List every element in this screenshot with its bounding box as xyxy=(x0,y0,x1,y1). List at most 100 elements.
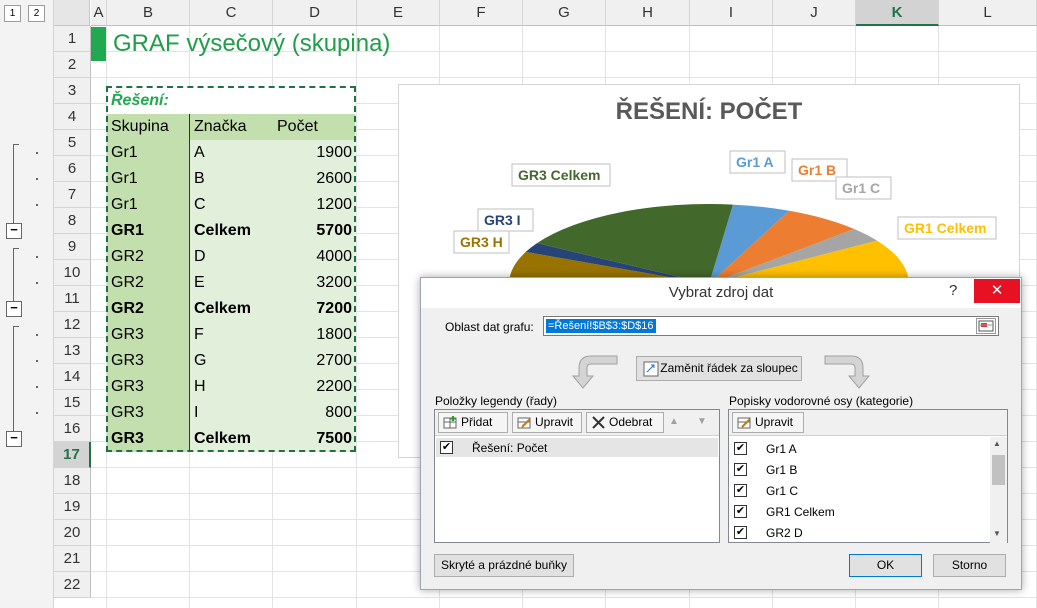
scroll-up-arrow-icon[interactable]: ▲ xyxy=(993,439,1001,448)
legend-item-checkbox[interactable]: ✔ xyxy=(440,441,453,454)
data-label[interactable]: Gr1 B xyxy=(798,162,836,178)
axis-item-checkbox[interactable]: ✔ xyxy=(734,505,747,518)
cancel-button[interactable]: Storno xyxy=(933,554,1006,577)
axis-item-checkbox[interactable]: ✔ xyxy=(734,463,747,476)
row-header-2[interactable]: 2 xyxy=(54,52,91,78)
add-series-button[interactable]: Přidat xyxy=(438,412,508,433)
row-header-15[interactable]: 15 xyxy=(54,390,91,416)
chart-range-input[interactable]: =Řešení!$B$3:$D$16 xyxy=(543,316,999,336)
row-brand-cell[interactable]: F xyxy=(190,322,273,348)
row-group-cell[interactable]: GR3 xyxy=(107,322,190,348)
row-header-9[interactable]: 9 xyxy=(54,234,91,260)
data-label[interactable]: Gr1 C xyxy=(842,180,880,196)
column-header-c[interactable]: C xyxy=(190,0,273,26)
row-count-cell[interactable]: 2700 xyxy=(273,348,355,374)
column-header-brand[interactable]: Značka xyxy=(190,114,273,140)
column-header-group[interactable]: Skupina xyxy=(107,114,190,140)
row-header-17[interactable]: 17 xyxy=(54,442,91,468)
row-brand-cell[interactable]: G xyxy=(190,348,273,374)
row-count-cell[interactable]: 2200 xyxy=(273,374,355,400)
select-all-corner[interactable] xyxy=(54,0,90,26)
column-header-b[interactable]: B xyxy=(107,0,190,26)
help-button[interactable]: ? xyxy=(949,282,969,299)
row-group-cell[interactable]: GR3 xyxy=(107,400,190,426)
row-header-20[interactable]: 20 xyxy=(54,520,91,546)
row-group-cell[interactable]: GR2 xyxy=(107,296,190,322)
column-header-l[interactable]: L xyxy=(939,0,1037,26)
row-count-cell[interactable]: 800 xyxy=(273,400,355,426)
column-header-j[interactable]: J xyxy=(773,0,856,26)
row-group-cell[interactable]: Gr1 xyxy=(107,166,190,192)
collapse-group-button[interactable]: − xyxy=(6,223,22,239)
data-label[interactable]: GR3 Celkem xyxy=(518,167,600,183)
column-header-a[interactable]: A xyxy=(91,0,107,26)
row-brand-cell[interactable]: E xyxy=(190,270,273,296)
row-header-1[interactable]: 1 xyxy=(54,26,91,52)
edit-series-button[interactable]: Upravit xyxy=(512,412,582,433)
data-label[interactable]: GR1 Celkem xyxy=(904,220,986,236)
axis-list-item[interactable]: ✔ Gr1 B xyxy=(730,460,988,479)
column-header-f[interactable]: F xyxy=(440,0,523,26)
column-header-d[interactable]: D xyxy=(273,0,357,26)
row-brand-cell[interactable]: Celkem xyxy=(190,296,273,322)
axis-list-scrollbar[interactable]: ▲ ▼ xyxy=(990,437,1007,543)
legend-item[interactable]: ✔ Řešení: Počet xyxy=(436,438,718,457)
row-group-cell[interactable]: GR3 xyxy=(107,348,190,374)
row-group-cell[interactable]: Gr1 xyxy=(107,192,190,218)
row-count-cell[interactable]: 1900 xyxy=(273,140,355,166)
data-label[interactable]: Gr1 A xyxy=(736,154,774,170)
axis-list-item[interactable]: ✔ GR1 Celkem xyxy=(730,502,988,521)
move-up-arrow-icon[interactable]: ▲ xyxy=(669,416,679,427)
axis-list-item[interactable]: ✔ Gr1 A xyxy=(730,439,988,458)
row-brand-cell[interactable]: A xyxy=(190,140,273,166)
data-label[interactable]: GR3 H xyxy=(460,234,503,250)
row-group-cell[interactable]: GR2 xyxy=(107,244,190,270)
row-group-cell[interactable]: GR2 xyxy=(107,270,190,296)
axis-list-item[interactable]: ✔ GR2 D xyxy=(730,523,988,542)
row-header-12[interactable]: 12 xyxy=(54,312,91,338)
row-count-cell[interactable]: 3200 xyxy=(273,270,355,296)
row-header-13[interactable]: 13 xyxy=(54,338,91,364)
row-header-22[interactable]: 22 xyxy=(54,572,91,598)
scroll-down-arrow-icon[interactable]: ▼ xyxy=(993,529,1001,538)
column-header-h[interactable]: H xyxy=(606,0,690,26)
move-down-arrow-icon[interactable]: ▼ xyxy=(697,416,707,427)
edit-axis-labels-button[interactable]: Upravit xyxy=(732,412,804,433)
axis-item-checkbox[interactable]: ✔ xyxy=(734,484,747,497)
row-header-8[interactable]: 8 xyxy=(54,208,91,234)
axis-list-item[interactable]: ✔ Gr1 C xyxy=(730,481,988,500)
outline-level-2-button[interactable]: 2 xyxy=(28,5,45,22)
row-brand-cell[interactable]: D xyxy=(190,244,273,270)
ok-button[interactable]: OK xyxy=(849,554,922,577)
row-header-5[interactable]: 5 xyxy=(54,130,91,156)
axis-item-checkbox[interactable]: ✔ xyxy=(734,526,747,539)
column-header-e[interactable]: E xyxy=(357,0,440,26)
row-count-cell[interactable]: 4000 xyxy=(273,244,355,270)
close-button[interactable]: ✕ xyxy=(974,279,1020,303)
remove-series-button[interactable]: Odebrat xyxy=(586,412,664,433)
row-count-cell[interactable]: 1200 xyxy=(273,192,355,218)
row-group-cell[interactable]: GR3 xyxy=(107,374,190,400)
column-header-g[interactable]: G xyxy=(523,0,606,26)
row-brand-cell[interactable]: H xyxy=(190,374,273,400)
row-header-21[interactable]: 21 xyxy=(54,546,91,572)
row-count-cell[interactable]: 7200 xyxy=(273,296,355,322)
column-header-i[interactable]: I xyxy=(690,0,773,26)
row-brand-cell[interactable]: Celkem xyxy=(190,426,273,452)
row-group-cell[interactable]: Gr1 xyxy=(107,140,190,166)
row-header-7[interactable]: 7 xyxy=(54,182,91,208)
row-header-10[interactable]: 10 xyxy=(54,260,91,286)
hidden-empty-cells-button[interactable]: Skryté a prázdné buňky xyxy=(434,554,574,577)
row-count-cell[interactable]: 7500 xyxy=(273,426,355,452)
scrollbar-thumb[interactable] xyxy=(992,455,1005,485)
collapse-dialog-icon[interactable] xyxy=(976,318,996,334)
row-group-cell[interactable]: GR3 xyxy=(107,426,190,452)
row-header-4[interactable]: 4 xyxy=(54,104,91,130)
collapse-group-button[interactable]: − xyxy=(6,301,22,317)
column-header-count[interactable]: Počet xyxy=(273,114,355,140)
row-count-cell[interactable]: 2600 xyxy=(273,166,355,192)
row-header-14[interactable]: 14 xyxy=(54,364,91,390)
collapse-group-button[interactable]: − xyxy=(6,431,22,447)
row-header-19[interactable]: 19 xyxy=(54,494,91,520)
row-header-3[interactable]: 3 xyxy=(54,78,91,104)
